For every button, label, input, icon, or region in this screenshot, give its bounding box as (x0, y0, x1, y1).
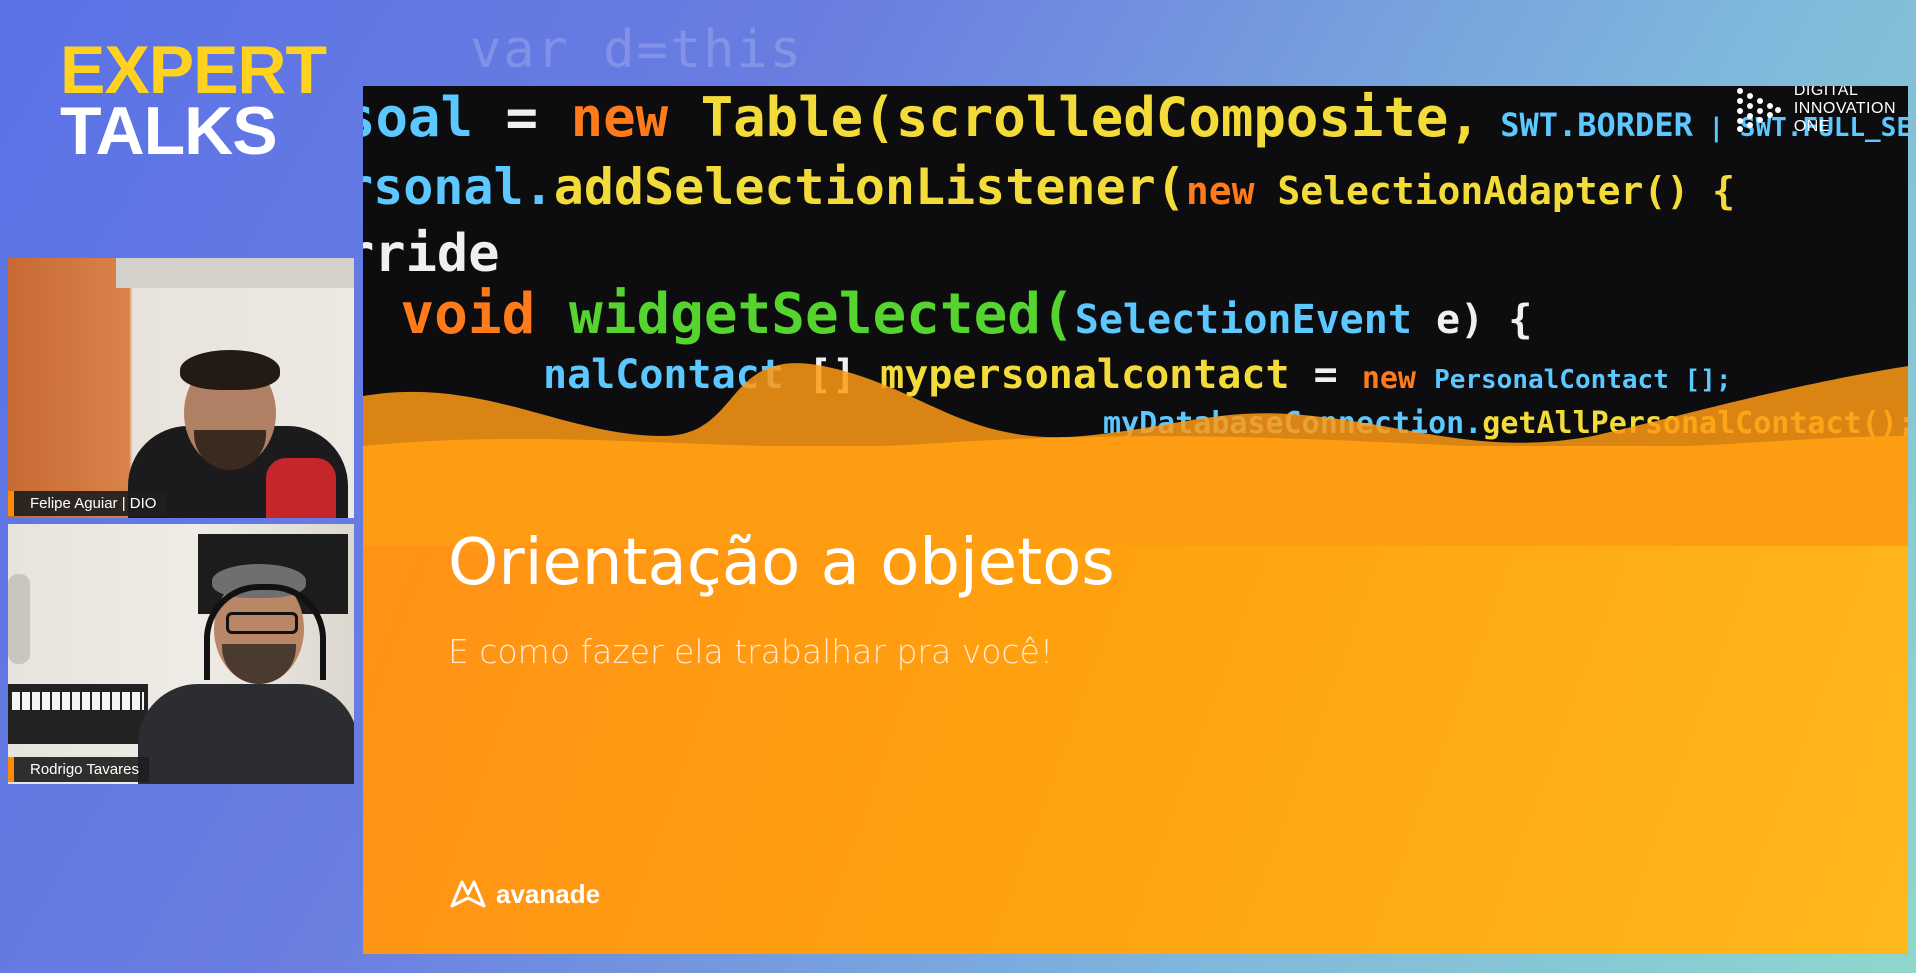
logo-line-expert: EXPERT (60, 32, 327, 108)
dio-play-icon (1736, 88, 1781, 132)
avanade-logo: avanade (448, 876, 600, 912)
background-code-text: var d=this (470, 20, 804, 80)
participant-name-tag: Felipe Aguiar | DIO (8, 491, 167, 516)
participant-figure (138, 684, 354, 784)
dio-text-line: DIGITAL (1793, 86, 1859, 99)
avanade-mark-icon (450, 880, 486, 908)
dio-text-line: INNOVATION (1793, 100, 1896, 117)
code-line: soal = new Table(scrolledComposite, SWT.… (363, 86, 1908, 149)
slide-subtitle: E como fazer ela trabalhar pra você! (448, 632, 1054, 671)
participant-video-rodrigo[interactable]: Rodrigo Tavares (8, 524, 354, 784)
slide-title: Orientação a objetos (448, 526, 1115, 600)
logo-line-talks: TALKS (60, 93, 278, 170)
code-line: rride (363, 224, 500, 284)
participant-name-tag: Rodrigo Tavares (8, 757, 149, 782)
participant-video-felipe[interactable]: Felipe Aguiar | DIO (8, 258, 354, 518)
dio-text-line: ONE (1793, 118, 1830, 135)
orange-wave-shape (363, 363, 1908, 546)
avanade-wordmark: avanade (496, 878, 601, 909)
digital-innovation-one-logo: DIGITAL INNOVATION ONE (1732, 86, 1896, 136)
expert-talks-logo: EXPERT TALKS (60, 32, 327, 170)
presentation-slide: soal = new Table(scrolledComposite, SWT.… (363, 86, 1908, 954)
code-line: rsonal.addSelectionListener(new Selectio… (363, 158, 1735, 216)
